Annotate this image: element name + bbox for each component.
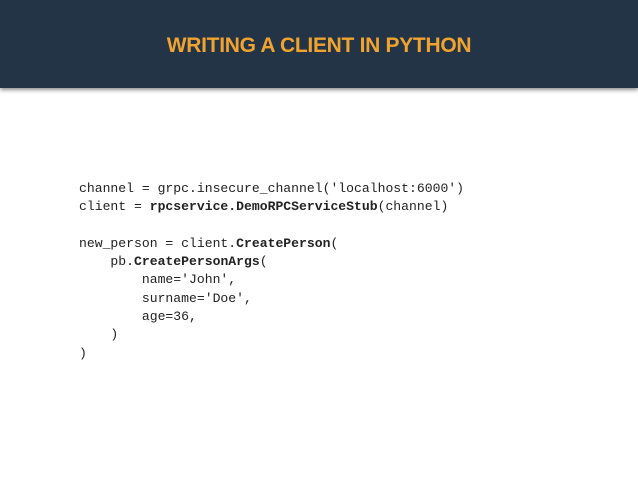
code-line: new_person = client.CreatePerson(	[79, 235, 464, 253]
code-line: )	[79, 345, 87, 361]
title-bar: WRITING A CLIENT IN PYTHON	[0, 0, 638, 88]
code-line: channel = grpc.insecure_channel('localho…	[79, 181, 465, 196]
code-line: age=36,	[79, 309, 197, 325]
code-text: (channel)	[377, 199, 449, 215]
code-line: surname='Doe',	[79, 290, 252, 306]
code-text: (	[259, 254, 268, 270]
code-line: name='John',	[79, 272, 237, 288]
code-bold-text: rpcservice.DemoRPCServiceStub	[149, 199, 378, 215]
code-text: client =	[79, 199, 150, 215]
code-line: pb.CreatePersonArgs(	[79, 253, 464, 271]
code-bold-text: CreatePersonArgs	[134, 254, 260, 270]
code-bold-text: CreatePerson	[236, 235, 331, 251]
code-text: pb.	[79, 254, 135, 270]
code-block: channel = grpc.insecure_channel('localho…	[79, 180, 464, 363]
code-text: (	[330, 235, 339, 251]
code-line: client = rpcservice.DemoRPCServiceStub(c…	[79, 198, 464, 216]
slide-title: WRITING A CLIENT IN PYTHON	[166, 34, 472, 57]
code-text: new_person = client.	[79, 235, 237, 251]
code-line: )	[79, 327, 119, 343]
slide: WRITING A CLIENT IN PYTHON channel = grp…	[0, 0, 638, 479]
